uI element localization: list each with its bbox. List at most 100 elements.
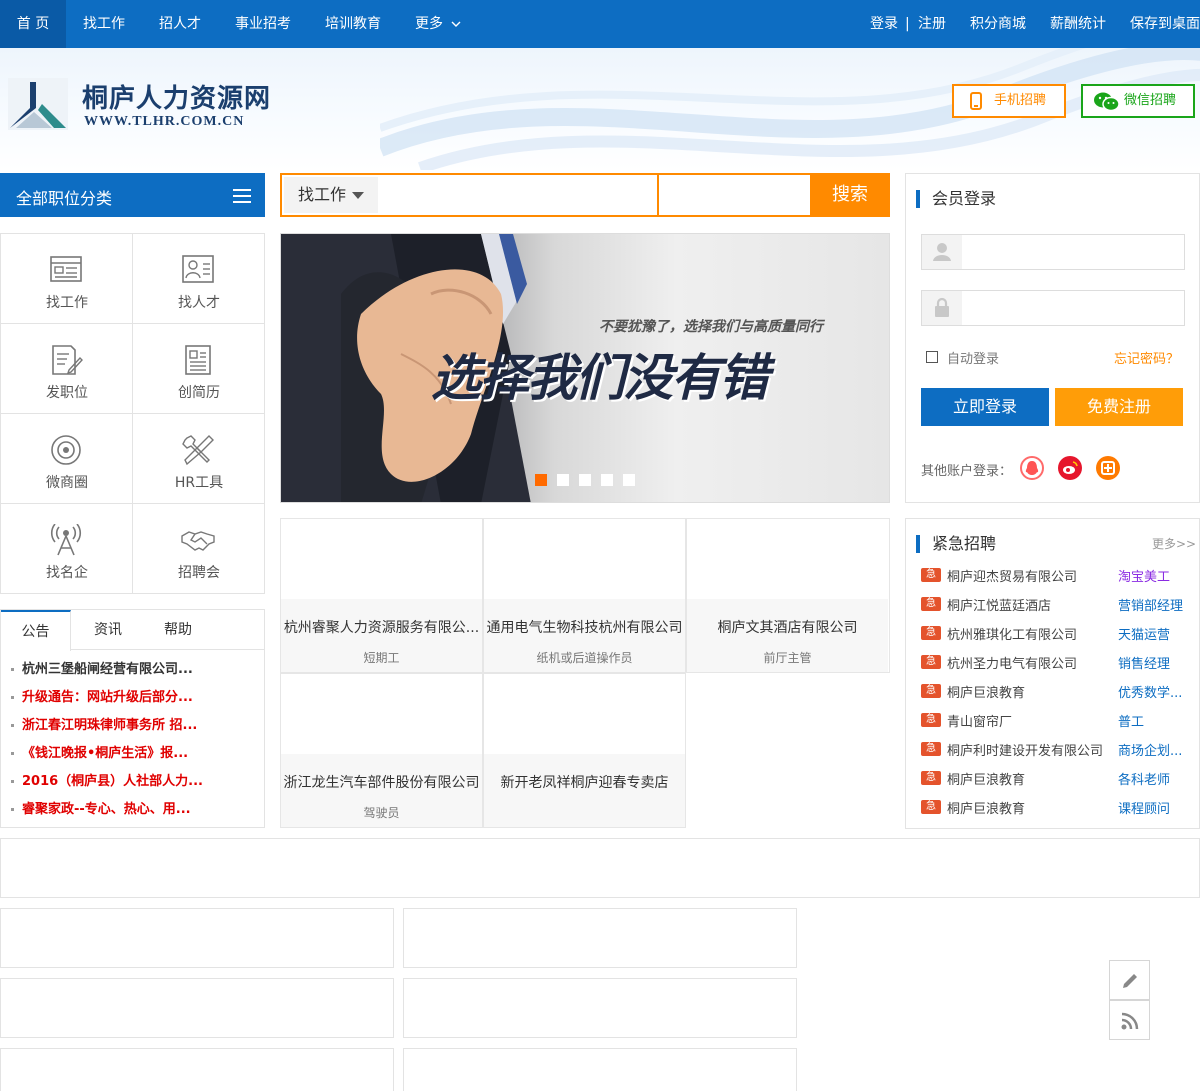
company-name[interactable]: 杭州睿聚人力资源服务有限公... (281, 617, 482, 637)
tab-news[interactable]: 资讯 (73, 610, 143, 650)
auto-login-checkbox[interactable] (926, 351, 938, 363)
mobile-recruit-button[interactable]: 手机招聘 (952, 84, 1066, 118)
urgent-company[interactable]: 青山窗帘厂 (947, 711, 1012, 730)
cat-famous-companies[interactable]: 找名企 (1, 504, 133, 594)
company-name[interactable]: 新开老凤祥桐庐迎春专卖店 (484, 772, 685, 792)
username-field[interactable] (921, 234, 1185, 270)
news-item[interactable]: 2016（桐庐县）人社部人力... (11, 770, 203, 789)
news-item[interactable]: 杭州三堡船闸经营有限公司... (11, 658, 193, 677)
urgent-company[interactable]: 桐庐江悦蓝廷酒店 (947, 595, 1051, 614)
urgent-job[interactable]: 天猫运营 (1118, 624, 1170, 643)
urgent-job[interactable]: 课程顾问 (1118, 798, 1170, 817)
wechat-recruit-button[interactable]: 微信招聘 (1081, 84, 1195, 118)
ad-banner-wide[interactable] (0, 838, 1200, 898)
nav-home[interactable]: 首 页 (0, 0, 66, 48)
company-name[interactable]: 浙江龙生汽车部件股份有限公司 (281, 772, 482, 792)
search-type-select[interactable]: 找工作 (284, 177, 378, 213)
ad-slot[interactable] (403, 1048, 797, 1091)
username-input[interactable] (964, 236, 1182, 268)
nav-login[interactable]: 登录 (870, 0, 898, 48)
carousel-dot[interactable] (557, 474, 569, 486)
nav-training[interactable]: 培训教育 (325, 0, 381, 48)
ad-slot[interactable] (403, 908, 797, 968)
news-item[interactable]: 《钱江晚报•桐庐生活》报... (11, 742, 188, 761)
carousel-dot[interactable] (579, 474, 591, 486)
cat-job-fair[interactable]: 招聘会 (133, 504, 265, 594)
login-button[interactable]: 立即登录 (921, 388, 1049, 426)
cat-wechat-circle[interactable]: 微商圈 (1, 414, 133, 504)
banner-carousel[interactable]: 不要犹豫了，选择我们与高质量同行 选择我们没有错 (280, 233, 890, 503)
nav-find-talent[interactable]: 招人才 (159, 0, 201, 48)
urgent-job[interactable]: 普工 (1118, 711, 1144, 730)
tab-help[interactable]: 帮助 (143, 610, 213, 650)
cat-find-talent[interactable]: 找人才 (133, 234, 265, 324)
company-job[interactable]: 纸机或后道操作员 (484, 649, 685, 666)
cat-hr-tools[interactable]: HR工具 (133, 414, 265, 504)
password-field[interactable] (921, 290, 1185, 326)
urgent-job[interactable]: 销售经理 (1118, 653, 1170, 672)
nav-more[interactable]: 更多 (415, 0, 461, 48)
search-location-input[interactable] (660, 177, 808, 213)
urgent-job[interactable]: 商场企划... (1118, 740, 1182, 759)
ad-slot[interactable] (0, 908, 394, 968)
company-job[interactable]: 前厅主管 (687, 649, 888, 666)
company-card[interactable]: 杭州睿聚人力资源服务有限公... 短期工 (280, 518, 483, 673)
company-card[interactable]: 通用电气生物科技杭州有限公司 纸机或后道操作员 (483, 518, 686, 673)
nav-civil-exam[interactable]: 事业招考 (235, 0, 291, 48)
ad-slot[interactable] (403, 978, 797, 1038)
forgot-password-link[interactable]: 忘记密码？ (1114, 348, 1179, 367)
taobao-login-icon[interactable] (1096, 456, 1120, 480)
urgent-company[interactable]: 杭州圣力电气有限公司 (947, 653, 1077, 672)
company-card[interactable]: 桐庐文其酒店有限公司 前厅主管 (686, 518, 890, 673)
urgent-company[interactable]: 桐庐巨浪教育 (947, 682, 1025, 701)
other-login-label: 其他账户登录： (921, 464, 1013, 479)
weibo-login-icon[interactable] (1058, 456, 1082, 480)
create-resume-icon (185, 345, 211, 375)
urgent-job[interactable]: 营销部经理 (1118, 595, 1183, 614)
company-name[interactable]: 通用电气生物科技杭州有限公司 (484, 617, 685, 637)
urgent-company[interactable]: 桐庐巨浪教育 (947, 769, 1025, 788)
nav-separator: | (905, 16, 910, 32)
news-item[interactable]: 浙江春江明珠律师事务所 招... (11, 714, 197, 733)
category-bar[interactable]: 全部职位分类 (0, 173, 265, 217)
nav-points-mall[interactable]: 积分商城 (970, 0, 1026, 48)
search-divider (657, 175, 659, 215)
menu-icon[interactable] (233, 189, 251, 203)
urgent-company[interactable]: 桐庐迎杰贸易有限公司 (947, 566, 1077, 585)
nav-register[interactable]: 注册 (918, 0, 946, 48)
company-job[interactable]: 驾驶员 (281, 804, 482, 821)
password-input[interactable] (964, 292, 1182, 324)
urgent-company[interactable]: 桐庐巨浪教育 (947, 798, 1025, 817)
rss-button[interactable] (1109, 1000, 1150, 1040)
tab-announcement[interactable]: 公告 (1, 610, 71, 651)
urgent-more-link[interactable]: 更多>> (1152, 535, 1196, 552)
nav-find-job[interactable]: 找工作 (83, 0, 125, 48)
urgent-job[interactable]: 优秀数学... (1118, 682, 1182, 701)
qq-login-icon[interactable] (1020, 456, 1044, 480)
urgent-job[interactable]: 淘宝美工 (1118, 566, 1170, 585)
search-button[interactable]: 搜索 (810, 175, 890, 215)
carousel-dot[interactable] (601, 474, 613, 486)
nav-save-desktop[interactable]: 保存到桌面 (1130, 0, 1200, 48)
search-keyword-input[interactable] (380, 177, 656, 213)
cat-post-job[interactable]: 发职位 (1, 324, 133, 414)
nav-salary-stats[interactable]: 薪酬统计 (1050, 0, 1106, 48)
ad-slot[interactable] (0, 1048, 394, 1091)
company-job[interactable]: 短期工 (281, 649, 482, 666)
company-card[interactable]: 浙江龙生汽车部件股份有限公司 驾驶员 (280, 673, 483, 828)
cat-create-resume[interactable]: 创简历 (133, 324, 265, 414)
carousel-dot[interactable] (623, 474, 635, 486)
carousel-dot-active[interactable] (535, 474, 547, 486)
company-name[interactable]: 桐庐文其酒店有限公司 (687, 617, 888, 637)
cat-find-job[interactable]: 找工作 (1, 234, 133, 324)
urgent-company[interactable]: 杭州雅琪化工有限公司 (947, 624, 1077, 643)
urgent-company[interactable]: 桐庐利时建设开发有限公司 (947, 740, 1103, 759)
feedback-button[interactable] (1109, 960, 1150, 1000)
register-button[interactable]: 免费注册 (1055, 388, 1183, 426)
urgent-job[interactable]: 各科老师 (1118, 769, 1170, 788)
tower-icon (50, 524, 82, 556)
company-card[interactable]: 新开老凤祥桐庐迎春专卖店 (483, 673, 686, 828)
news-item[interactable]: 睿聚家政--专心、热心、用... (11, 798, 191, 817)
news-item[interactable]: 升级通告：网站升级后部分... (11, 686, 193, 705)
ad-slot[interactable] (0, 978, 394, 1038)
